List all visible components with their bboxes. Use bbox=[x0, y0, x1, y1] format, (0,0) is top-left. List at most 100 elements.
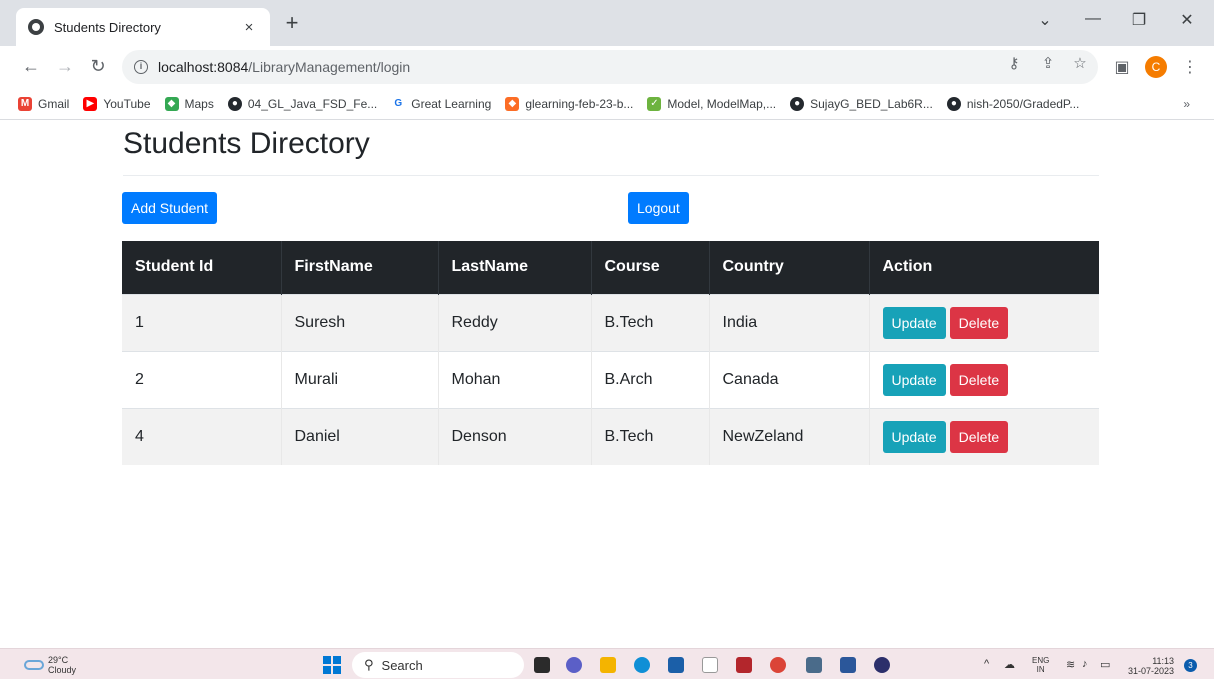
page-title: Students Directory bbox=[123, 127, 370, 160]
cell-action: Update Delete bbox=[869, 407, 1099, 465]
wifi-icon[interactable]: ≋ bbox=[1066, 658, 1075, 671]
notepad-icon[interactable] bbox=[702, 657, 718, 673]
cloud-icon bbox=[24, 660, 44, 670]
cell-student-id: 1 bbox=[122, 293, 282, 351]
info-icon[interactable]: i bbox=[134, 60, 148, 74]
github-icon: ● bbox=[946, 96, 961, 111]
teams-icon[interactable] bbox=[566, 657, 582, 673]
search-icon: ⚲ bbox=[364, 657, 374, 672]
key-icon[interactable]: ⚷ bbox=[1004, 54, 1024, 72]
bookmark-gmail[interactable]: M Gmail bbox=[18, 96, 69, 111]
windows-start-icon[interactable] bbox=[323, 656, 341, 674]
store-icon[interactable] bbox=[668, 657, 684, 673]
filezilla-icon[interactable] bbox=[736, 657, 752, 673]
word-icon[interactable] bbox=[840, 657, 856, 673]
cell-action: Update Delete bbox=[869, 350, 1099, 408]
spring-icon: ✓ bbox=[647, 96, 662, 111]
more-bookmarks-icon[interactable]: » bbox=[1183, 97, 1190, 111]
show-hidden-icons[interactable]: ^ bbox=[984, 658, 989, 670]
delete-button[interactable]: Delete bbox=[949, 420, 1009, 453]
bookmark-github-2[interactable]: ● SujayG_BED_Lab6R... bbox=[790, 96, 933, 111]
side-panel-icon[interactable]: ▣ bbox=[1112, 57, 1132, 77]
file-explorer-icon[interactable] bbox=[600, 657, 616, 673]
taskbar-search[interactable]: ⚲ Search bbox=[352, 652, 524, 678]
reload-icon[interactable]: ↻ bbox=[87, 56, 109, 76]
star-icon[interactable]: ☆ bbox=[1070, 54, 1090, 72]
minimize-icon[interactable]: — bbox=[1082, 10, 1104, 28]
update-button[interactable]: Update bbox=[882, 363, 946, 396]
battery-icon[interactable]: ▭ bbox=[1100, 658, 1110, 671]
bookmark-maps[interactable]: ◆ Maps bbox=[164, 96, 214, 111]
header-course: Course bbox=[591, 241, 710, 294]
profile-avatar[interactable]: C bbox=[1145, 56, 1167, 78]
bookmark-youtube[interactable]: ▶ YouTube bbox=[83, 96, 151, 111]
edge-icon[interactable] bbox=[634, 657, 650, 673]
cell-firstname: Daniel bbox=[281, 407, 439, 465]
close-window-icon[interactable]: ✕ bbox=[1176, 10, 1198, 30]
table-row: 1 Suresh Reddy B.Tech India Update Delete bbox=[122, 293, 1099, 351]
delete-button[interactable]: Delete bbox=[949, 363, 1009, 396]
network-status-icon[interactable]: ☁ bbox=[1004, 658, 1015, 671]
students-table: Student Id FirstName LastName Course Cou… bbox=[122, 241, 1099, 465]
volume-icon[interactable]: ♪ bbox=[1082, 658, 1088, 670]
cell-student-id: 4 bbox=[122, 407, 282, 465]
header-country: Country bbox=[709, 241, 870, 294]
weather-condition: Cloudy bbox=[48, 665, 77, 675]
tab-strip: Students Directory × + ⌄ — ❐ ✕ bbox=[0, 0, 1214, 46]
url-text: localhost:8084/LibraryManagement/login bbox=[158, 59, 410, 75]
system-clock[interactable]: 11:13 31-07-2023 bbox=[1128, 656, 1174, 676]
bookmark-spring[interactable]: ✓ Model, ModelMap,... bbox=[647, 96, 776, 111]
great-learning-icon: G bbox=[394, 97, 403, 109]
clock-time: 11:13 bbox=[1152, 656, 1175, 666]
header-student-id: Student Id bbox=[122, 241, 282, 294]
menu-icon[interactable]: ⋮ bbox=[1180, 57, 1200, 77]
cell-lastname: Mohan bbox=[438, 350, 592, 408]
new-tab-button[interactable]: + bbox=[280, 12, 304, 36]
restore-icon[interactable]: ❐ bbox=[1128, 10, 1150, 30]
update-button[interactable]: Update bbox=[882, 420, 946, 453]
bookmark-github-3[interactable]: ● nish-2050/GradedP... bbox=[946, 96, 1079, 111]
tab-title: Students Directory bbox=[54, 19, 161, 35]
address-bar[interactable]: i localhost:8084/LibraryManagement/login bbox=[122, 50, 1098, 84]
bookmark-github-1[interactable]: ● 04_GL_Java_FSD_Fe... bbox=[227, 96, 377, 111]
divider bbox=[123, 175, 1099, 176]
back-icon[interactable]: ← bbox=[20, 56, 42, 76]
bookmark-great-learning[interactable]: G Great Learning bbox=[391, 97, 491, 111]
share-icon[interactable]: ⇪ bbox=[1038, 54, 1058, 72]
table-header-row: Student Id FirstName LastName Course Cou… bbox=[122, 241, 1099, 294]
table-row: 2 Murali Mohan B.Arch Canada Update Delet… bbox=[122, 350, 1099, 408]
cell-country: India bbox=[709, 293, 870, 351]
header-firstname: FirstName bbox=[281, 241, 439, 294]
bookmark-gitlab[interactable]: ◆ glearning-feb-23-b... bbox=[505, 96, 633, 111]
add-student-button[interactable]: Add Student bbox=[122, 192, 218, 224]
eclipse-icon[interactable] bbox=[874, 657, 890, 673]
header-lastname: LastName bbox=[438, 241, 592, 294]
language-indicator[interactable]: ENG IN bbox=[1032, 656, 1049, 674]
logout-button[interactable]: Logout bbox=[628, 192, 689, 224]
ide-icon[interactable] bbox=[806, 657, 822, 673]
github-icon: ● bbox=[227, 96, 242, 111]
cell-action: Update Delete bbox=[869, 293, 1099, 351]
bookmarks-bar: M Gmail ▶ YouTube ◆ Maps ● 04_GL_Java_FSD_Fe… bbox=[0, 88, 1214, 120]
notification-badge[interactable]: 3 bbox=[1184, 659, 1197, 672]
maps-icon: ◆ bbox=[164, 96, 179, 111]
cell-firstname: Suresh bbox=[281, 293, 439, 351]
update-button[interactable]: Update bbox=[882, 306, 946, 339]
cell-course: B.Tech bbox=[591, 407, 710, 465]
cell-course: B.Tech bbox=[591, 293, 710, 351]
page-content: Students Directory Add Student Logout St… bbox=[0, 121, 1214, 648]
youtube-icon: ▶ bbox=[83, 96, 98, 111]
forward-icon[interactable]: → bbox=[54, 56, 76, 76]
cell-country: NewZeland bbox=[709, 407, 870, 465]
weather-widget[interactable]: 29°C Cloudy bbox=[24, 655, 76, 675]
clock-date: 31-07-2023 bbox=[1128, 666, 1175, 676]
browser-tab[interactable]: Students Directory × bbox=[16, 8, 270, 46]
url-host: localhost:8084 bbox=[158, 59, 249, 75]
task-view-icon[interactable] bbox=[534, 657, 550, 673]
chrome-icon[interactable] bbox=[770, 657, 786, 673]
github-icon: ● bbox=[790, 96, 805, 111]
cell-country: Canada bbox=[709, 350, 870, 408]
tab-search-icon[interactable]: ⌄ bbox=[1034, 10, 1056, 30]
close-tab-icon[interactable]: × bbox=[240, 19, 258, 36]
delete-button[interactable]: Delete bbox=[949, 306, 1009, 339]
